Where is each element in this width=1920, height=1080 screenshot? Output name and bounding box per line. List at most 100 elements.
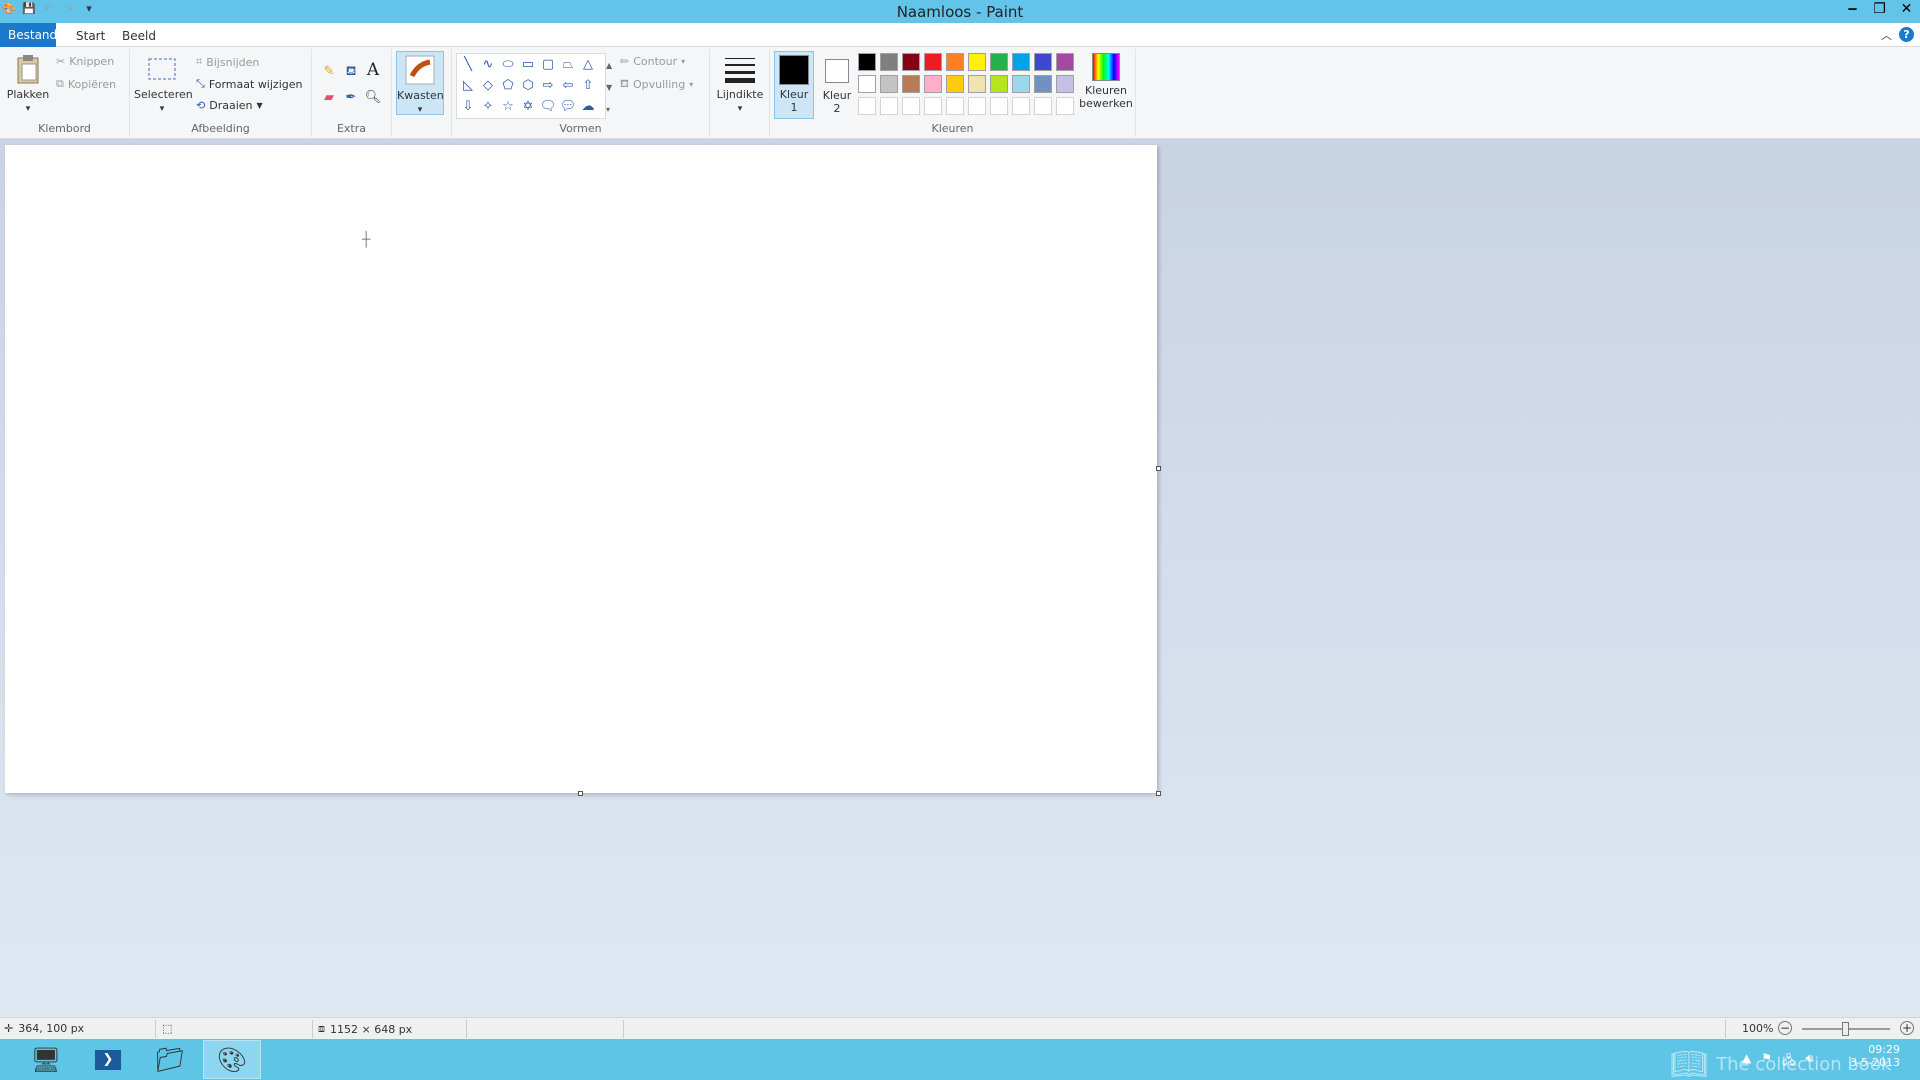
collapse-ribbon-icon[interactable]: ︿ <box>1881 27 1892 43</box>
restore-button[interactable]: ❐ <box>1866 0 1893 20</box>
color-swatch[interactable] <box>946 75 964 93</box>
eraser-icon[interactable]: ▰ <box>320 89 338 107</box>
fill-bucket-icon[interactable]: ⛾ <box>342 63 360 81</box>
five-point-star-shape-icon[interactable]: ☆ <box>499 98 517 116</box>
right-arrow-shape-icon[interactable]: ⇨ <box>539 77 557 95</box>
outline-button[interactable]: ✏ Contour ▾ <box>620 55 685 68</box>
color-swatch[interactable] <box>1012 75 1030 93</box>
paste-button[interactable]: Plakken ▾ <box>6 53 50 114</box>
custom-color-slot[interactable] <box>880 97 898 115</box>
color-swatch[interactable] <box>968 53 986 71</box>
crop-button[interactable]: ⌗ Bijsnijden <box>196 55 259 69</box>
custom-color-slot[interactable] <box>990 97 1008 115</box>
custom-color-slot[interactable] <box>902 97 920 115</box>
network-icon[interactable]: 🖧︎ <box>1782 1051 1795 1072</box>
resize-icon: ⤡ <box>196 77 205 90</box>
color-swatch[interactable] <box>1056 53 1074 71</box>
color-picker-icon[interactable]: ✒ <box>342 89 360 107</box>
powershell-button[interactable]: ❯ <box>80 1040 136 1079</box>
color-swatch[interactable] <box>858 53 876 71</box>
zoom-out-icon[interactable]: − <box>1778 1021 1792 1035</box>
right-triangle-shape-icon[interactable]: ◺ <box>459 77 477 95</box>
color-swatch[interactable] <box>990 75 1008 93</box>
polygon-shape-icon[interactable]: ⏢ <box>559 56 577 74</box>
brushes-button[interactable]: Kwasten ▾ <box>396 51 444 115</box>
zoom-slider[interactable] <box>1802 1022 1890 1036</box>
cut-button[interactable]: ✂ Knippen <box>56 55 114 68</box>
color-swatch[interactable] <box>1012 53 1030 71</box>
color-swatch[interactable] <box>858 75 876 93</box>
cloud-callout-shape-icon[interactable]: ☁ <box>579 98 597 116</box>
color-swatch[interactable] <box>902 53 920 71</box>
copy-button[interactable]: ⧉ Kopiëren <box>56 77 116 91</box>
color-swatch[interactable] <box>990 53 1008 71</box>
zoom-in-icon[interactable]: + <box>1900 1021 1914 1035</box>
four-point-star-shape-icon[interactable]: ✧ <box>479 98 497 116</box>
oval-callout-shape-icon[interactable]: 💬︎ <box>559 98 577 116</box>
rounded-callout-shape-icon[interactable]: 🗨︎ <box>539 98 557 116</box>
up-arrow-shape-icon[interactable]: ⇧ <box>579 77 597 95</box>
color-swatch[interactable] <box>946 53 964 71</box>
minimize-button[interactable]: ‒ <box>1839 0 1866 20</box>
select-button[interactable]: Selecteren ▾ <box>134 53 193 114</box>
flag-icon[interactable]: ⚑ <box>1761 1051 1772 1072</box>
color-swatch[interactable] <box>1056 75 1074 93</box>
color-swatch[interactable] <box>1034 53 1052 71</box>
color-swatch[interactable] <box>924 75 942 93</box>
hexagon-shape-icon[interactable]: ⬡ <box>519 77 537 95</box>
resize-button[interactable]: ⤡ Formaat wijzigen <box>196 77 302 91</box>
help-icon[interactable]: ? <box>1899 27 1914 42</box>
custom-color-slot[interactable] <box>1012 97 1030 115</box>
resize-handle-right[interactable] <box>1156 466 1161 471</box>
line-width-button[interactable]: Lijndikte ▾ <box>714 53 766 114</box>
rotate-button[interactable]: ⟲ Draaien ▼ <box>196 99 263 112</box>
line-shape-icon[interactable]: ╲ <box>459 56 477 74</box>
custom-color-slot[interactable] <box>968 97 986 115</box>
oval-shape-icon[interactable]: ⬭ <box>499 56 517 74</box>
color-swatch[interactable] <box>1034 75 1052 93</box>
diamond-shape-icon[interactable]: ◇ <box>479 77 497 95</box>
left-arrow-shape-icon[interactable]: ⇦ <box>559 77 577 95</box>
custom-color-slot[interactable] <box>924 97 942 115</box>
rectangle-shape-icon[interactable]: ▭ <box>519 56 537 74</box>
magnifier-icon[interactable]: 🔍︎ <box>364 89 382 107</box>
book-icon: 📖︎ <box>1670 1047 1709 1080</box>
pentagon-shape-icon[interactable]: ⬠ <box>499 77 517 95</box>
custom-color-slot[interactable] <box>858 97 876 115</box>
color-swatch[interactable] <box>968 75 986 93</box>
scissors-icon: ✂ <box>56 55 66 68</box>
paint-taskbar-button[interactable]: 🎨︎ <box>203 1040 261 1079</box>
down-arrow-shape-icon[interactable]: ⇩ <box>459 98 477 116</box>
color-swatch[interactable] <box>924 53 942 71</box>
curve-shape-icon[interactable]: ∿ <box>479 56 497 74</box>
drawing-canvas[interactable]: ┼ <box>5 145 1157 793</box>
tab-home[interactable]: Start <box>68 25 113 47</box>
show-hidden-icon[interactable]: ▲ <box>1742 1051 1751 1072</box>
resize-handle-bottom[interactable] <box>578 791 583 796</box>
color2-button[interactable]: Kleur 2 <box>818 53 856 115</box>
tab-view[interactable]: Beeld <box>114 25 164 47</box>
custom-color-slot[interactable] <box>946 97 964 115</box>
tab-file[interactable]: Bestand <box>0 23 57 47</box>
text-tool-icon[interactable]: A <box>364 61 382 79</box>
six-point-star-shape-icon[interactable]: ✡ <box>519 98 537 116</box>
color-swatch[interactable] <box>902 75 920 93</box>
resize-handle-corner[interactable] <box>1156 791 1161 796</box>
pencil-icon[interactable]: ✎ <box>320 63 338 81</box>
edit-colors-button[interactable]: Kleuren bewerken <box>1078 53 1134 110</box>
color1-button[interactable]: Kleur 1 <box>774 51 814 119</box>
color-swatch[interactable] <box>880 75 898 93</box>
triangle-shape-icon[interactable]: △ <box>579 56 597 74</box>
custom-color-slot[interactable] <box>1056 97 1074 115</box>
fill-button[interactable]: ⛾ Opvulling ▾ <box>620 77 693 92</box>
shapes-scroll-icon[interactable]: ▲ ▼ ▾ <box>606 55 612 121</box>
close-button[interactable]: ✕ <box>1893 0 1920 20</box>
custom-color-slot[interactable] <box>1034 97 1052 115</box>
rounded-rectangle-shape-icon[interactable]: ▢ <box>539 56 557 74</box>
volume-icon[interactable]: 🔊︎ <box>1805 1051 1813 1072</box>
zoom-slider-thumb[interactable] <box>1842 1022 1849 1036</box>
server-manager-button[interactable]: 🖥︎ <box>18 1040 74 1079</box>
file-explorer-button[interactable]: 📁︎ <box>142 1040 198 1079</box>
clock[interactable]: 09:29 3-5-2013 <box>1850 1043 1900 1069</box>
color-swatch[interactable] <box>880 53 898 71</box>
